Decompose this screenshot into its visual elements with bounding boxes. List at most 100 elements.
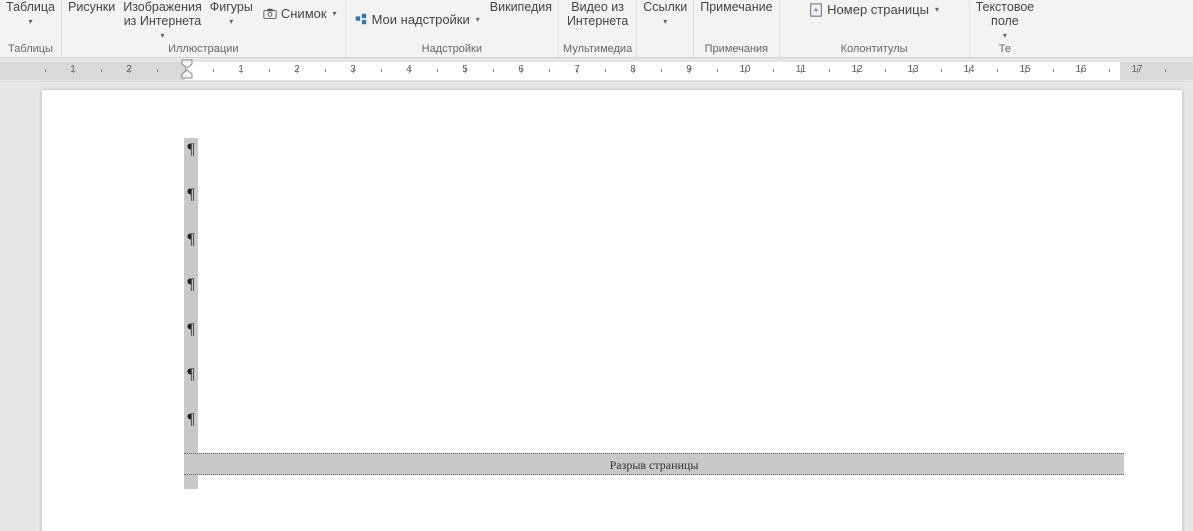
caret-icon: ▾ — [333, 9, 337, 18]
wikipedia-button[interactable]: Википедия — [488, 0, 554, 38]
group-label-media: Мультимедиа — [563, 43, 632, 55]
ruler-tick — [689, 68, 690, 73]
ruler-tick — [45, 69, 46, 72]
ruler-tick — [801, 68, 802, 73]
ruler-tick — [885, 69, 886, 72]
ruler-tick — [1165, 69, 1166, 72]
ruler-tick — [1081, 68, 1082, 73]
caret-icon: ▾ — [476, 15, 480, 24]
page[interactable]: ¶¶¶¶¶¶¶ Разрыв страницы — [42, 90, 1182, 531]
links-button[interactable]: Ссылки ▾ — [641, 0, 689, 38]
document-workspace: ¶¶¶¶¶¶¶ Разрыв страницы — [0, 82, 1193, 531]
table-button-label: Таблица — [6, 0, 55, 14]
horizontal-ruler[interactable]: 211234567891011121314151617 — [0, 62, 1193, 80]
svg-text:#: # — [814, 7, 818, 14]
ribbon-group-headerfooter: # Номер страницы ▾ Колонтитулы — [780, 0, 970, 57]
ribbon-group-illustrations: Рисунки Изображения из Интернета ▾ Фигур… — [62, 0, 346, 57]
online-images-button[interactable]: Изображения из Интернета ▾ — [121, 0, 204, 43]
ruler-tick — [1053, 69, 1054, 72]
ruler-tick — [1109, 69, 1110, 72]
pilcrow-mark: ¶ — [184, 408, 198, 453]
ruler-tick — [129, 68, 130, 73]
caret-icon: ▾ — [663, 15, 667, 29]
ribbon-group-comments: Примечание Примечания — [694, 0, 779, 57]
ruler-tick — [325, 69, 326, 72]
group-label-headerfooter: Колонтитулы — [841, 43, 908, 55]
my-addins-button[interactable]: Мои надстройки ▾ — [350, 10, 484, 29]
caret-icon: ▾ — [935, 5, 939, 14]
caret-icon: ▾ — [29, 15, 33, 29]
pilcrow-mark: ¶ — [184, 273, 198, 318]
pilcrow-mark: ¶ — [184, 228, 198, 273]
screenshot-button[interactable]: Снимок ▾ — [259, 4, 341, 23]
ruler-tick — [745, 68, 746, 73]
ruler-tick — [353, 68, 354, 73]
links-label: Ссылки — [643, 0, 687, 14]
page-number-button[interactable]: # Номер страницы ▾ — [805, 0, 943, 19]
ruler-tick — [465, 68, 466, 73]
screenshot-label: Снимок — [281, 6, 327, 21]
addins-icon — [354, 12, 368, 26]
ruler-tick — [241, 68, 242, 73]
ruler-tick — [269, 69, 270, 72]
ruler-tick — [605, 69, 606, 72]
page-break-tail — [184, 475, 198, 489]
ruler-tick — [1137, 68, 1138, 73]
pilcrow-mark: ¶ — [184, 138, 198, 183]
ruler-tick — [73, 68, 74, 73]
pilcrow-mark: ¶ — [184, 183, 198, 228]
ruler-tick — [549, 69, 550, 72]
ruler-tick — [157, 69, 158, 72]
ruler-tick — [493, 69, 494, 72]
ruler-tick — [717, 69, 718, 72]
ribbon: Таблица ▾ Таблицы Рисунки Изображения из… — [0, 0, 1193, 58]
ruler-tick — [941, 69, 942, 72]
ruler-tick — [969, 68, 970, 73]
pilcrow-mark: ¶ — [184, 363, 198, 408]
my-addins-label: Мои надстройки — [372, 12, 470, 27]
ruler-area: 211234567891011121314151617 — [0, 58, 1193, 82]
ruler-tick — [101, 69, 102, 72]
caret-icon: ▾ — [160, 29, 164, 43]
page-break-label: Разрыв страницы — [184, 453, 1124, 475]
textbox-button[interactable]: Текстовое поле ▾ — [974, 0, 1037, 43]
shapes-button[interactable]: Фигуры ▾ — [208, 0, 255, 38]
indent-marker[interactable] — [180, 58, 194, 80]
ruler-tick — [857, 68, 858, 73]
ribbon-group-addins: Мои надстройки ▾ Википедия Надстройки — [346, 0, 559, 57]
pictures-button[interactable]: Рисунки — [66, 0, 117, 38]
comment-label: Примечание — [700, 0, 772, 14]
ruler-tick — [773, 69, 774, 72]
ribbon-group-text: Текстовое поле ▾ Те — [970, 0, 1041, 57]
group-label-comments: Примечания — [705, 43, 769, 55]
ruler-tick — [381, 69, 382, 72]
ribbon-group-tables: Таблица ▾ Таблицы — [0, 0, 62, 57]
group-label-links — [664, 43, 667, 55]
wikipedia-label: Википедия — [490, 0, 552, 14]
ruler-tick — [437, 69, 438, 72]
online-images-label: Изображения из Интернета — [123, 0, 202, 28]
ribbon-group-links: Ссылки ▾ — [637, 0, 694, 57]
group-label-illustrations: Иллюстрации — [168, 43, 238, 55]
ruler-tick — [213, 69, 214, 72]
pilcrow-mark: ¶ — [184, 318, 198, 363]
shapes-label: Фигуры — [210, 0, 253, 14]
caret-icon: ▾ — [1003, 29, 1007, 43]
textbox-label: Текстовое поле — [976, 0, 1035, 28]
ruler-tick — [1025, 68, 1026, 73]
ruler-tick — [829, 69, 830, 72]
paragraph-marks-column: ¶¶¶¶¶¶¶ — [184, 138, 198, 453]
table-button[interactable]: Таблица ▾ — [4, 0, 57, 38]
page-break: Разрыв страницы — [184, 453, 1124, 489]
ruler-tick — [297, 68, 298, 73]
ruler-tick — [633, 68, 634, 73]
online-video-button[interactable]: Видео из Интернета — [565, 0, 630, 38]
ruler-tick — [521, 68, 522, 73]
page-number-icon: # — [809, 3, 823, 17]
comment-button[interactable]: Примечание — [698, 0, 774, 38]
ruler-tick — [409, 68, 410, 73]
ribbon-group-media: Видео из Интернета Мультимедиа — [559, 0, 637, 57]
caret-icon: ▾ — [229, 15, 233, 29]
ruler-tick — [997, 69, 998, 72]
camera-icon — [263, 7, 277, 21]
